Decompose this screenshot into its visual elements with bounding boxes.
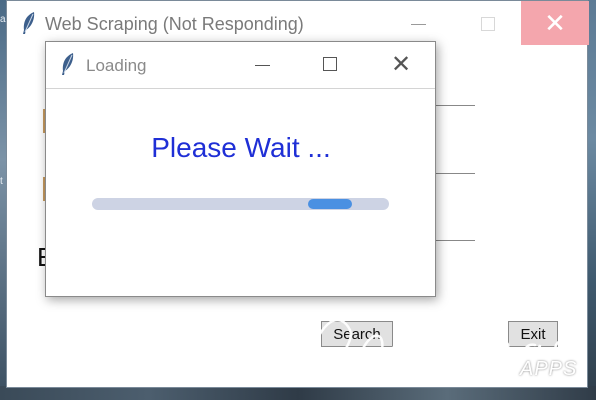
main-maximize-button[interactable] [469,11,507,37]
main-minimize-button[interactable] [399,11,437,37]
input-underline-3 [435,240,475,241]
watermark-apps-text: APPS [520,358,578,380]
input-underline-2 [435,173,475,174]
dialog-title: Loading [86,56,147,75]
dialog-minimize-button[interactable] [246,52,280,78]
feather-icon [23,12,35,34]
loading-dialog: Loading ✕ Please Wait ... [45,41,436,297]
desktop-edge-text-top: a [0,14,6,25]
desktop-edge-text-mid: t [0,176,3,187]
feather-icon [62,53,74,75]
dialog-title-bar[interactable]: Loading ✕ [46,42,435,89]
dialog-maximize-button[interactable] [312,52,346,78]
progress-indicator [308,199,352,209]
input-underline-1 [435,105,475,106]
please-wait-message: Please Wait ... [151,132,331,163]
main-close-button[interactable]: ✕ [521,1,589,45]
main-window-title: Web Scraping (Not Responding) [45,14,304,34]
dialog-close-button[interactable]: ✕ [384,48,418,82]
loading-progress-bar [92,198,389,210]
